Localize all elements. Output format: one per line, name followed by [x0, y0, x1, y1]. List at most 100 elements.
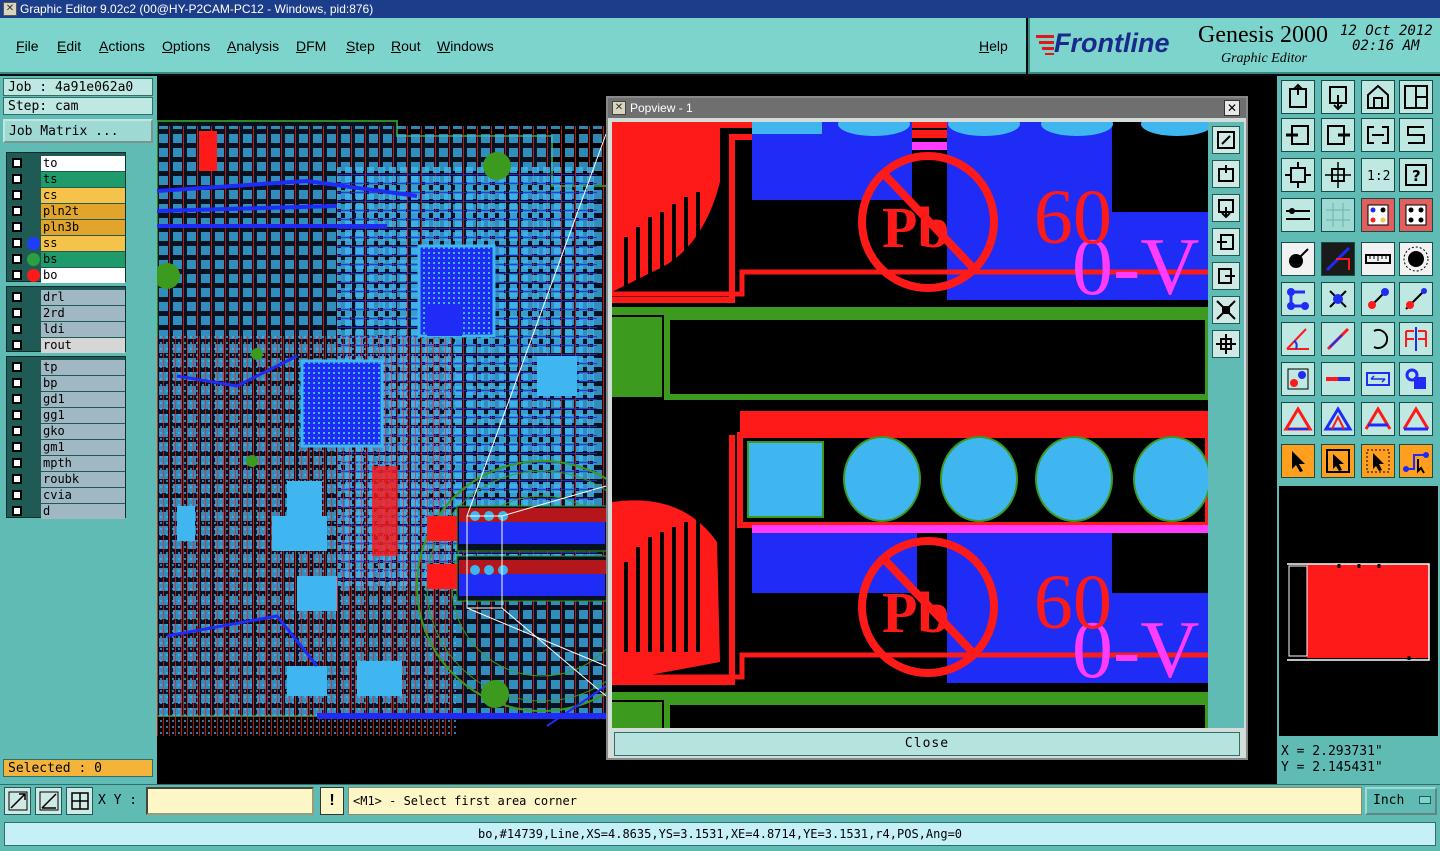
layer-row-roubk[interactable]: roubk: [9, 472, 125, 487]
layer-checkbox[interactable]: [12, 442, 22, 452]
popview-zoom-out-icon[interactable]: [1212, 330, 1240, 358]
layer-checkbox[interactable]: [12, 490, 22, 500]
layer-row-ts[interactable]: ts: [9, 172, 125, 187]
snap-options-icon[interactable]: [1399, 198, 1433, 232]
select-pointer-icon[interactable]: [1281, 444, 1315, 478]
layer-row-bs[interactable]: bs: [9, 252, 125, 267]
layer-row-2rd[interactable]: 2rd: [9, 306, 125, 321]
layer-row-gg1[interactable]: gg1: [9, 408, 125, 423]
layer-row-tp[interactable]: tp: [9, 360, 125, 375]
layer-color-dot[interactable]: [27, 269, 40, 282]
layer-checkbox[interactable]: [12, 158, 22, 168]
layer-name[interactable]: ss: [41, 236, 125, 251]
split-feature-icon[interactable]: [1399, 322, 1433, 356]
zoom-center-icon[interactable]: [1321, 158, 1355, 192]
snap-settings-icon[interactable]: [1361, 198, 1395, 232]
add-feature-icon[interactable]: [1281, 242, 1315, 276]
layer-name[interactable]: gg1: [41, 408, 125, 423]
pad-to-line-icon[interactable]: [1281, 362, 1315, 396]
layer-checkbox[interactable]: [12, 426, 22, 436]
zoomed-pcb-view[interactable]: Pb 0-V 09 Pb 0-V 09: [612, 122, 1208, 728]
layer-checkbox[interactable]: [12, 474, 22, 484]
alert-icon[interactable]: !: [320, 787, 344, 815]
layer-row-gd1[interactable]: gd1: [9, 392, 125, 407]
menu-rout[interactable]: Rout: [391, 38, 421, 54]
layer-name[interactable]: ldi: [41, 322, 125, 337]
menu-analysis[interactable]: Analysis: [227, 38, 279, 54]
layer-name[interactable]: drl: [41, 290, 125, 305]
layer-row-gm1[interactable]: gm1: [9, 440, 125, 455]
layer-checkbox[interactable]: [12, 206, 22, 216]
layer-name[interactable]: gd1: [41, 392, 125, 407]
layer-name[interactable]: gm1: [41, 440, 125, 455]
layer-row-gko[interactable]: gko: [9, 424, 125, 439]
fill-triangle-icon[interactable]: [1399, 402, 1433, 436]
popview-zoom-in-icon[interactable]: [1212, 296, 1240, 324]
layer-row-pln2t[interactable]: pln2t: [9, 204, 125, 219]
pan-left-icon[interactable]: [1281, 118, 1315, 152]
layer-color-dot[interactable]: [27, 237, 40, 250]
popview-zoom-fit-icon[interactable]: [1212, 126, 1240, 154]
layer-name[interactable]: bp: [41, 376, 125, 391]
layer-checkbox[interactable]: [12, 378, 22, 388]
layer-checkbox[interactable]: [12, 270, 22, 280]
array-feature-icon[interactable]: [1399, 362, 1433, 396]
ruler-icon[interactable]: [1361, 242, 1395, 276]
help-query-icon[interactable]: ?: [1399, 158, 1433, 192]
select-area-icon[interactable]: [1321, 444, 1355, 478]
layer-name[interactable]: 2rd: [41, 306, 125, 321]
popview-window[interactable]: ✕ Popview - 1 ✕ Pb 0-V 09 Pb 0-V 09 Clos…: [606, 96, 1248, 760]
layer-row-cs[interactable]: cs: [9, 188, 125, 203]
pan-right-icon[interactable]: [1321, 118, 1355, 152]
draw-line-icon[interactable]: [1321, 242, 1355, 276]
layer-row-bo[interactable]: bo: [9, 268, 125, 283]
layer-row-rout[interactable]: rout: [9, 338, 125, 353]
layer-checkbox[interactable]: [12, 362, 22, 372]
popview-pan-right-icon[interactable]: [1212, 262, 1240, 290]
popview-close-icon[interactable]: ✕: [1224, 100, 1240, 116]
layer-checkbox[interactable]: [12, 222, 22, 232]
zoom-fit-icon[interactable]: [1281, 158, 1315, 192]
layer-name[interactable]: pln2t: [41, 204, 125, 219]
layer-name[interactable]: cvia: [41, 488, 125, 503]
resize-feature-icon[interactable]: [1361, 362, 1395, 396]
layer-name[interactable]: ts: [41, 172, 125, 187]
arc-shape-icon[interactable]: [1361, 402, 1395, 436]
triangle-pad-icon[interactable]: [1321, 402, 1355, 436]
diagonal-line-icon[interactable]: [1321, 322, 1355, 356]
job-matrix-button[interactable]: Job Matrix ...: [3, 119, 153, 143]
layer-row-mpth[interactable]: mpth: [9, 456, 125, 471]
view-top-icon[interactable]: [1281, 80, 1315, 114]
layer-row-pln3b[interactable]: pln3b: [9, 220, 125, 235]
popview-pan-left-icon[interactable]: [1212, 228, 1240, 256]
layer-name[interactable]: pln3b: [41, 220, 125, 235]
connect-nodes-icon[interactable]: [1281, 282, 1315, 316]
board-overview-map[interactable]: [1279, 486, 1438, 736]
layer-name[interactable]: tp: [41, 360, 125, 375]
popview-title-bar[interactable]: ✕ Popview - 1 ✕: [608, 98, 1246, 118]
select-net-icon[interactable]: [1399, 444, 1433, 478]
layer-checkbox[interactable]: [12, 292, 22, 302]
select-inside-icon[interactable]: [1361, 444, 1395, 478]
pad-tool-icon[interactable]: [1399, 242, 1433, 276]
units-selector[interactable]: Inch: [1365, 787, 1437, 815]
layer-checkbox[interactable]: [12, 174, 22, 184]
layer-checkbox[interactable]: [12, 410, 22, 420]
measure-tool-icon[interactable]: [1281, 198, 1315, 232]
layer-checkbox[interactable]: [12, 254, 22, 264]
view-bottom-icon[interactable]: [1321, 80, 1355, 114]
layer-name[interactable]: rout: [41, 338, 125, 353]
menu-file[interactable]: File: [16, 38, 39, 54]
layer-checkbox[interactable]: [12, 190, 22, 200]
layer-checkbox[interactable]: [12, 308, 22, 318]
layer-row-to[interactable]: to: [9, 156, 125, 171]
line-segment-icon[interactable]: [1321, 362, 1355, 396]
menu-windows[interactable]: Windows: [437, 38, 494, 54]
layer-row-ldi[interactable]: ldi: [9, 322, 125, 337]
layer-name[interactable]: d: [41, 504, 125, 519]
layer-color-dot[interactable]: [27, 253, 40, 266]
triangle-tool-icon[interactable]: [1281, 402, 1315, 436]
layer-row-bp[interactable]: bp: [9, 376, 125, 391]
layer-name[interactable]: to: [41, 156, 125, 171]
layer-name[interactable]: bs: [41, 252, 125, 267]
